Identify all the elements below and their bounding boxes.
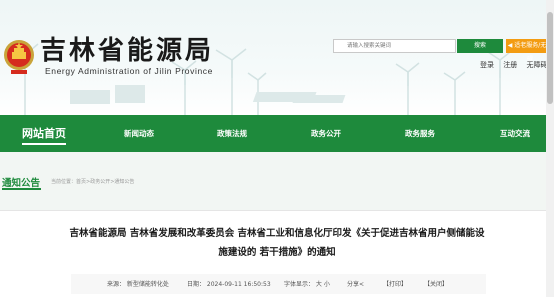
search-button[interactable]: 搜索 xyxy=(457,39,503,53)
share-button[interactable]: 分享< xyxy=(347,279,364,288)
article-title: 吉林省能源局 吉林省发展和改革委员会 吉林省工业和信息化厅印发《关于促进吉林省用… xyxy=(0,224,554,262)
site-title: 吉林省能源局 xyxy=(40,36,215,66)
site-header: 吉林省能源局 Energy Administration of Jilin Pr… xyxy=(0,0,554,115)
breadcrumb: 当前位置：首页>政务公开>通知公告 xyxy=(51,179,135,185)
print-button[interactable]: 【打印】 xyxy=(383,279,407,288)
nav-services[interactable]: 政务服务 xyxy=(405,115,435,152)
meta-source: 来源： 新型储能转化处 xyxy=(107,281,169,288)
nav-news[interactable]: 新闻动态 xyxy=(124,115,154,152)
main-nav: 网站首页 新闻动态 政策法规 政务公开 政务服务 互动交流 xyxy=(0,115,554,152)
meta-date: 日期： 2024-09-11 16:50:53 xyxy=(187,281,271,288)
search-input[interactable]: 请输入搜索关键词 xyxy=(333,39,456,53)
article-title-line2: 施建设的 若干措施》的通知 xyxy=(218,247,336,258)
nav-policy[interactable]: 政策法规 xyxy=(217,115,247,152)
section-title: 通知公告 xyxy=(2,178,41,189)
login-link[interactable]: 登录 xyxy=(480,61,494,69)
top-links: 登录 注册 无障碍 xyxy=(480,60,554,70)
section-header: 通知公告 当前位置：首页>政务公开>通知公告 xyxy=(0,152,554,211)
article-meta: 来源： 新型储能转化处 日期： 2024-09-11 16:50:53 字体显示… xyxy=(71,274,486,294)
national-emblem-icon xyxy=(4,40,34,74)
nav-home[interactable]: 网站首页 xyxy=(22,115,66,152)
site-subtitle: Energy Administration of Jilin Province xyxy=(45,66,213,76)
nav-interaction[interactable]: 互动交流 xyxy=(500,115,530,152)
close-button[interactable]: 【关闭】 xyxy=(424,279,448,288)
article-title-line1: 吉林省能源局 吉林省发展和改革委员会 吉林省工业和信息化厅印发《关于促进吉林省用… xyxy=(69,228,485,239)
nav-government-affairs[interactable]: 政务公开 xyxy=(311,115,341,152)
register-link[interactable]: 注册 xyxy=(503,61,517,69)
accessibility-link[interactable]: 无障碍 xyxy=(526,61,547,69)
scrollbar-thumb[interactable] xyxy=(547,12,553,104)
meta-font-size[interactable]: 字体显示： 大 小 xyxy=(284,279,330,288)
section-underline xyxy=(2,188,41,190)
